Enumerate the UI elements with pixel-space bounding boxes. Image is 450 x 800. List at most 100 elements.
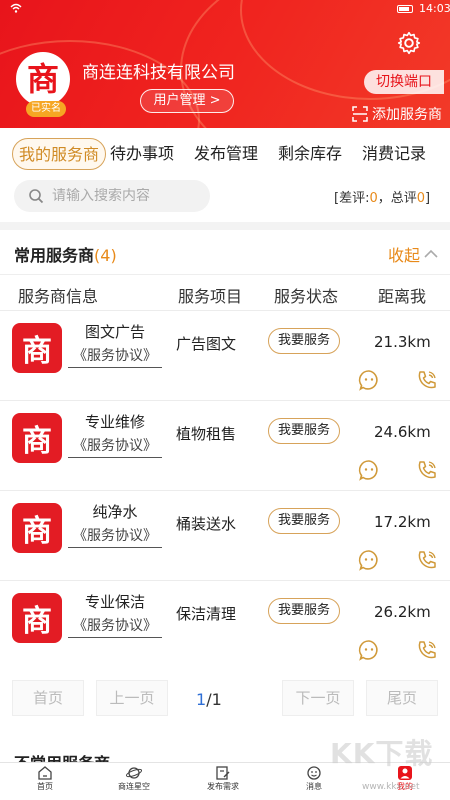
col-service-item: 服务项目 xyxy=(178,287,243,306)
provider-logo-glyph: 商 xyxy=(22,424,52,459)
pagination: 首页 上一页 1/1 下一页 尾页 xyxy=(0,670,450,730)
profile-header: 14:03 商 已实名 商连连科技有限公司 用户管理 > 切换端口 添加服务商 xyxy=(0,0,450,128)
nav-publish[interactable]: 发布需求 xyxy=(188,765,258,792)
service-item: 桶装送水 xyxy=(176,515,237,533)
service-item: 保洁清理 xyxy=(176,605,237,623)
provider-logo-glyph: 商 xyxy=(22,604,52,639)
chat-icon[interactable] xyxy=(358,369,380,391)
phone-icon[interactable] xyxy=(416,639,438,661)
provider-logo-glyph: 商 xyxy=(22,334,52,369)
tab-todo[interactable]: 待办事项 xyxy=(110,138,174,170)
nav-home-label: 首页 xyxy=(37,782,53,791)
provider-logo-glyph: 商 xyxy=(22,514,52,549)
col-distance: 距离我 xyxy=(378,287,427,306)
search-input[interactable] xyxy=(52,188,202,204)
section-title: 常用服务商(4) xyxy=(14,242,117,266)
service-agreement-link[interactable]: 《服务协议》 xyxy=(68,345,162,368)
watermark-logo: KK下载 xyxy=(330,737,434,770)
tab-consumption-records[interactable]: 消费记录 xyxy=(362,138,426,170)
edit-icon xyxy=(216,766,230,780)
provider-logo: 商 xyxy=(12,413,62,463)
request-service-button[interactable]: 我要服务 xyxy=(268,508,340,534)
request-service-button[interactable]: 我要服务 xyxy=(268,418,340,444)
user-management-button[interactable]: 用户管理 > xyxy=(140,89,234,113)
first-page-button[interactable]: 首页 xyxy=(12,680,84,716)
col-service-status: 服务状态 xyxy=(274,287,339,306)
provider-logo: 商 xyxy=(12,323,62,373)
rating-mid: ，总评 xyxy=(377,191,417,206)
home-icon xyxy=(38,766,52,780)
message-icon xyxy=(307,766,321,780)
provider-row[interactable]: 商 纯净水 《服务协议》 桶装送水 我要服务 17.2km xyxy=(0,490,450,580)
provider-row[interactable]: 商 专业保洁 《服务协议》 保洁清理 我要服务 26.2km xyxy=(0,580,450,670)
chat-icon[interactable] xyxy=(358,459,380,481)
provider-name: 专业保洁 xyxy=(84,593,145,611)
collapse-label: 收起 xyxy=(388,246,421,265)
battery-icon xyxy=(397,5,413,13)
rating-summary: [差评:0，总评0] xyxy=(334,187,430,206)
phone-icon[interactable] xyxy=(416,459,438,481)
service-agreement-link[interactable]: 《服务协议》 xyxy=(68,615,162,638)
avatar-glyph: 商 xyxy=(26,60,59,98)
nav-home[interactable]: 首页 xyxy=(10,765,80,792)
tab-bar: 我的服务商 待办事项 发布管理 剩余库存 消费记录 xyxy=(0,128,450,180)
distance: 17.2km xyxy=(374,513,431,531)
last-page-button[interactable]: 尾页 xyxy=(366,680,438,716)
distance: 26.2km xyxy=(374,603,431,621)
add-provider-label: 添加服务商 xyxy=(372,107,442,123)
provider-row[interactable]: 商 专业维修 《服务协议》 植物租售 我要服务 24.6km xyxy=(0,400,450,490)
status-bar: 14:03 xyxy=(0,0,450,18)
phone-icon[interactable] xyxy=(416,369,438,391)
request-service-button[interactable]: 我要服务 xyxy=(268,598,340,624)
page-indicator: 1/1 xyxy=(196,690,222,709)
col-provider-info: 服务商信息 xyxy=(18,287,99,306)
planet-icon xyxy=(126,767,142,779)
provider-name: 图文广告 xyxy=(84,323,145,341)
service-item: 广告图文 xyxy=(176,335,237,353)
add-provider-button[interactable]: 添加服务商 xyxy=(352,104,442,124)
wifi-icon xyxy=(10,3,22,13)
watermark-url: www.kkx.net xyxy=(362,782,420,792)
company-name: 商连连科技有限公司 xyxy=(82,63,235,83)
next-page-button[interactable]: 下一页 xyxy=(282,680,354,716)
status-time: 14:03 xyxy=(419,2,450,15)
bad-review-count[interactable]: 0 xyxy=(369,191,377,206)
current-page: 1 xyxy=(196,690,207,709)
provider-logo: 商 xyxy=(12,593,62,643)
tab-remaining-stock[interactable]: 剩余库存 xyxy=(278,138,342,170)
provider-logo: 商 xyxy=(12,503,62,553)
rating-prefix: [差评: xyxy=(334,191,370,206)
provider-name: 专业维修 xyxy=(84,413,145,431)
request-service-button[interactable]: 我要服务 xyxy=(268,328,340,354)
nav-publish-label: 发布需求 xyxy=(207,782,239,791)
distance: 21.3km xyxy=(374,333,431,351)
section-count: (4) xyxy=(94,246,117,265)
total-pages: /1 xyxy=(206,690,222,709)
nav-planet[interactable]: 商连星空 xyxy=(99,765,169,792)
chat-icon[interactable] xyxy=(358,549,380,571)
switch-port-button[interactable]: 切换端口 xyxy=(364,70,444,94)
service-agreement-link[interactable]: 《服务协议》 xyxy=(68,435,162,458)
nav-planet-label: 商连星空 xyxy=(118,782,150,791)
total-review-count[interactable]: 0 xyxy=(417,191,425,206)
chat-icon[interactable] xyxy=(358,639,380,661)
section-header: 常用服务商(4) 收起 xyxy=(0,230,450,274)
search-box[interactable] xyxy=(14,180,210,212)
search-row: [差评:0，总评0] xyxy=(0,180,450,222)
column-headers: 服务商信息 服务项目 服务状态 距离我 xyxy=(0,274,450,310)
verified-badge: 已实名 xyxy=(26,101,66,117)
tab-publish-management[interactable]: 发布管理 xyxy=(194,138,258,170)
service-agreement-link[interactable]: 《服务协议》 xyxy=(68,525,162,548)
prev-page-button[interactable]: 上一页 xyxy=(96,680,168,716)
distance: 24.6km xyxy=(374,423,431,441)
chevron-up-icon xyxy=(424,249,438,258)
gear-icon[interactable] xyxy=(396,30,422,56)
phone-icon[interactable] xyxy=(416,549,438,571)
tab-my-providers[interactable]: 我的服务商 xyxy=(12,138,107,170)
rating-suffix: ] xyxy=(425,191,431,206)
collapse-button[interactable]: 收起 xyxy=(388,242,438,266)
app-screen: 14:03 商 已实名 商连连科技有限公司 用户管理 > 切换端口 添加服务商 … xyxy=(0,0,450,800)
provider-row[interactable]: 商 图文广告 《服务协议》 广告图文 我要服务 21.3km xyxy=(0,310,450,400)
provider-name: 纯净水 xyxy=(92,503,138,521)
avatar[interactable]: 商 xyxy=(16,52,70,106)
